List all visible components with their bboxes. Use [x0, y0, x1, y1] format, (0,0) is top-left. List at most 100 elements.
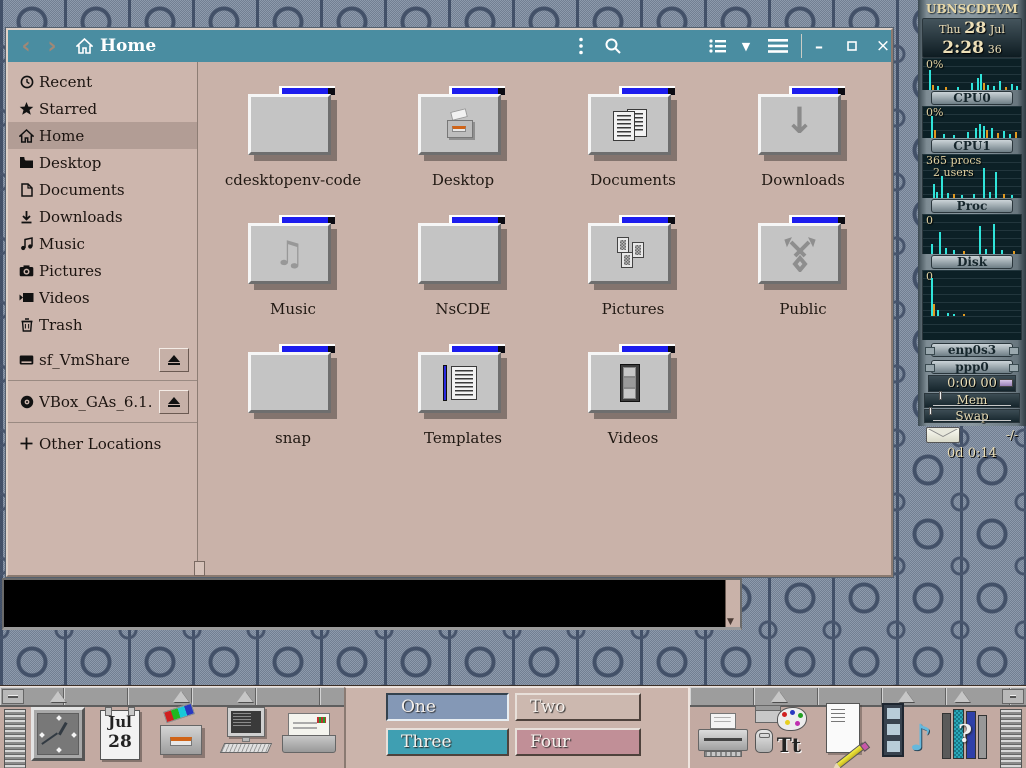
- mem-meter[interactable]: Mem: [924, 393, 1020, 408]
- titlebar[interactable]: ‹ › Home ▼ – ×: [8, 30, 891, 62]
- scrollbar-down-arrow-icon[interactable]: ▼: [727, 617, 734, 627]
- folder-item-desktop[interactable]: Desktop: [378, 86, 548, 215]
- cpu1-chart: 0%: [922, 106, 1022, 138]
- folder-icon[interactable]: [588, 86, 678, 160]
- folder-item-snap[interactable]: snap: [208, 344, 378, 473]
- proc-caption[interactable]: Proc: [931, 199, 1013, 213]
- folder-icon[interactable]: [248, 344, 338, 418]
- minimize-button[interactable]: –: [806, 30, 832, 62]
- gkrellm-date-month: Jul: [990, 23, 1005, 36]
- cpu0-caption[interactable]: CPU0: [931, 91, 1013, 105]
- workspace-button-four[interactable]: Four: [515, 728, 641, 756]
- folder-label: Templates: [424, 429, 502, 447]
- terminal-scrollbar[interactable]: ▼: [725, 580, 740, 627]
- text-editor-launcher[interactable]: [820, 703, 868, 761]
- sidebar-item-label: Other Locations: [39, 435, 161, 453]
- sidebar-resize-grip[interactable]: [194, 561, 205, 576]
- timer-button[interactable]: [999, 379, 1013, 387]
- sidebar-item-starred[interactable]: Starred: [8, 95, 197, 122]
- maximize-button[interactable]: [839, 30, 865, 62]
- folder-icon: [18, 155, 35, 171]
- folder-icon[interactable]: [418, 215, 508, 289]
- eject-button[interactable]: [159, 390, 189, 414]
- folder-icon[interactable]: ↓: [758, 86, 848, 160]
- folder-item-public[interactable]: Public: [718, 215, 888, 344]
- plus-icon: [18, 436, 35, 452]
- envelope-icon: [926, 427, 960, 443]
- sidebar-item-sf-vmshare[interactable]: sf_VmShare: [8, 346, 197, 373]
- style-manager-launcher[interactable]: Tt: [753, 703, 807, 759]
- sidebar-item-label: sf_VmShare: [39, 351, 130, 369]
- sidebar-item-desktop[interactable]: Desktop: [8, 149, 197, 176]
- workspace-button-two[interactable]: Two: [515, 693, 641, 721]
- folder-item-pictures[interactable]: Pictures: [548, 215, 718, 344]
- sidebar-item-pictures[interactable]: Pictures: [8, 257, 197, 284]
- folder-icon[interactable]: [588, 215, 678, 289]
- folder-icon[interactable]: [758, 215, 848, 289]
- help-launcher[interactable]: ?: [942, 707, 992, 759]
- mail-count: -/-: [1006, 428, 1018, 442]
- folder-icon[interactable]: [248, 86, 338, 160]
- home-icon: [76, 38, 93, 54]
- sidebar-separator: [8, 380, 197, 381]
- sidebar-item-label: Documents: [39, 181, 125, 199]
- list-view-icon[interactable]: [705, 30, 731, 62]
- sidebar-item-label: Desktop: [39, 154, 101, 172]
- sidebar-item-music[interactable]: Music: [8, 230, 197, 257]
- disc-icon: [18, 394, 35, 410]
- folder-label: Documents: [590, 171, 676, 189]
- sidebar-item-label: Music: [39, 235, 85, 253]
- printer-icon: [698, 713, 748, 757]
- sidebar-item-vbox-gas-6-1-34[interactable]: VBox_GAs_6.1.34: [8, 388, 197, 415]
- users-count: 2 users: [933, 167, 974, 179]
- mail-monitor[interactable]: -/-: [922, 424, 1022, 446]
- folder-icon[interactable]: [418, 344, 508, 418]
- swap-meter[interactable]: Swap: [924, 409, 1020, 423]
- net1-caption[interactable]: enp0s3: [931, 343, 1013, 357]
- hamburger-menu-icon[interactable]: [765, 30, 791, 62]
- uptime: 0d 0:14: [922, 446, 1022, 462]
- disk-caption[interactable]: Disk: [931, 255, 1013, 269]
- file-view[interactable]: cdesktopenv-codeDesktop Documents ↓Downloa…: [198, 62, 891, 575]
- sidebar-item-label: VBox_GAs_6.1.34: [39, 393, 151, 411]
- kebab-menu-icon[interactable]: [569, 30, 593, 62]
- text-editor-icon: [820, 703, 868, 761]
- forward-button[interactable]: ›: [40, 30, 64, 62]
- chevron-down-icon[interactable]: ▼: [735, 30, 757, 62]
- eject-button[interactable]: [159, 348, 189, 372]
- folder-item-templates[interactable]: Templates: [378, 344, 548, 473]
- folder-icon[interactable]: [418, 86, 508, 160]
- folder-icon[interactable]: [588, 344, 678, 418]
- workspace-button-three[interactable]: Three: [386, 728, 509, 756]
- folder-icon[interactable]: ♫: [248, 215, 338, 289]
- window-title: Home: [100, 36, 156, 56]
- sidebar-item-downloads[interactable]: Downloads: [8, 203, 197, 230]
- search-icon[interactable]: [600, 30, 626, 62]
- folder-item-videos[interactable]: Videos: [548, 344, 718, 473]
- cpu1-caption[interactable]: CPU1: [931, 139, 1013, 153]
- back-button[interactable]: ‹: [14, 30, 38, 62]
- folder-item-music[interactable]: ♫Music: [208, 215, 378, 344]
- terminal-screen[interactable]: [4, 580, 725, 627]
- folder-item-cdesktopenv-code[interactable]: cdesktopenv-code: [208, 86, 378, 215]
- sidebar-item-videos[interactable]: Videos: [8, 284, 197, 311]
- net-timer[interactable]: 0:00 00: [928, 375, 1016, 392]
- music-icon: [18, 236, 35, 252]
- proc2-chart: 0: [922, 214, 1022, 254]
- close-button[interactable]: ×: [870, 30, 896, 62]
- terminal-window[interactable]: ▼: [2, 578, 742, 630]
- sidebar-item-home[interactable]: Home: [8, 122, 197, 149]
- sidebar-item-recent[interactable]: Recent: [8, 68, 197, 95]
- folder-item-downloads[interactable]: ↓Downloads: [718, 86, 888, 215]
- sidebar-item-documents[interactable]: Documents: [8, 176, 197, 203]
- printer-launcher[interactable]: [698, 713, 748, 757]
- sidebar-list: RecentStarredHome Desktop Documents Downloa…: [8, 68, 197, 457]
- workspace-button-one[interactable]: One: [386, 693, 509, 721]
- sidebar-item-trash[interactable]: Trash: [8, 311, 197, 338]
- gkrellm-date-day: Thu: [939, 23, 961, 36]
- folder-item-documents[interactable]: Documents: [548, 86, 718, 215]
- folder-item-nscde[interactable]: NsCDE: [378, 215, 548, 344]
- sidebar-item-other-locations[interactable]: Other Locations: [8, 430, 197, 457]
- media-player-launcher[interactable]: ♪: [880, 703, 932, 761]
- net2-caption[interactable]: ppp0: [931, 360, 1013, 374]
